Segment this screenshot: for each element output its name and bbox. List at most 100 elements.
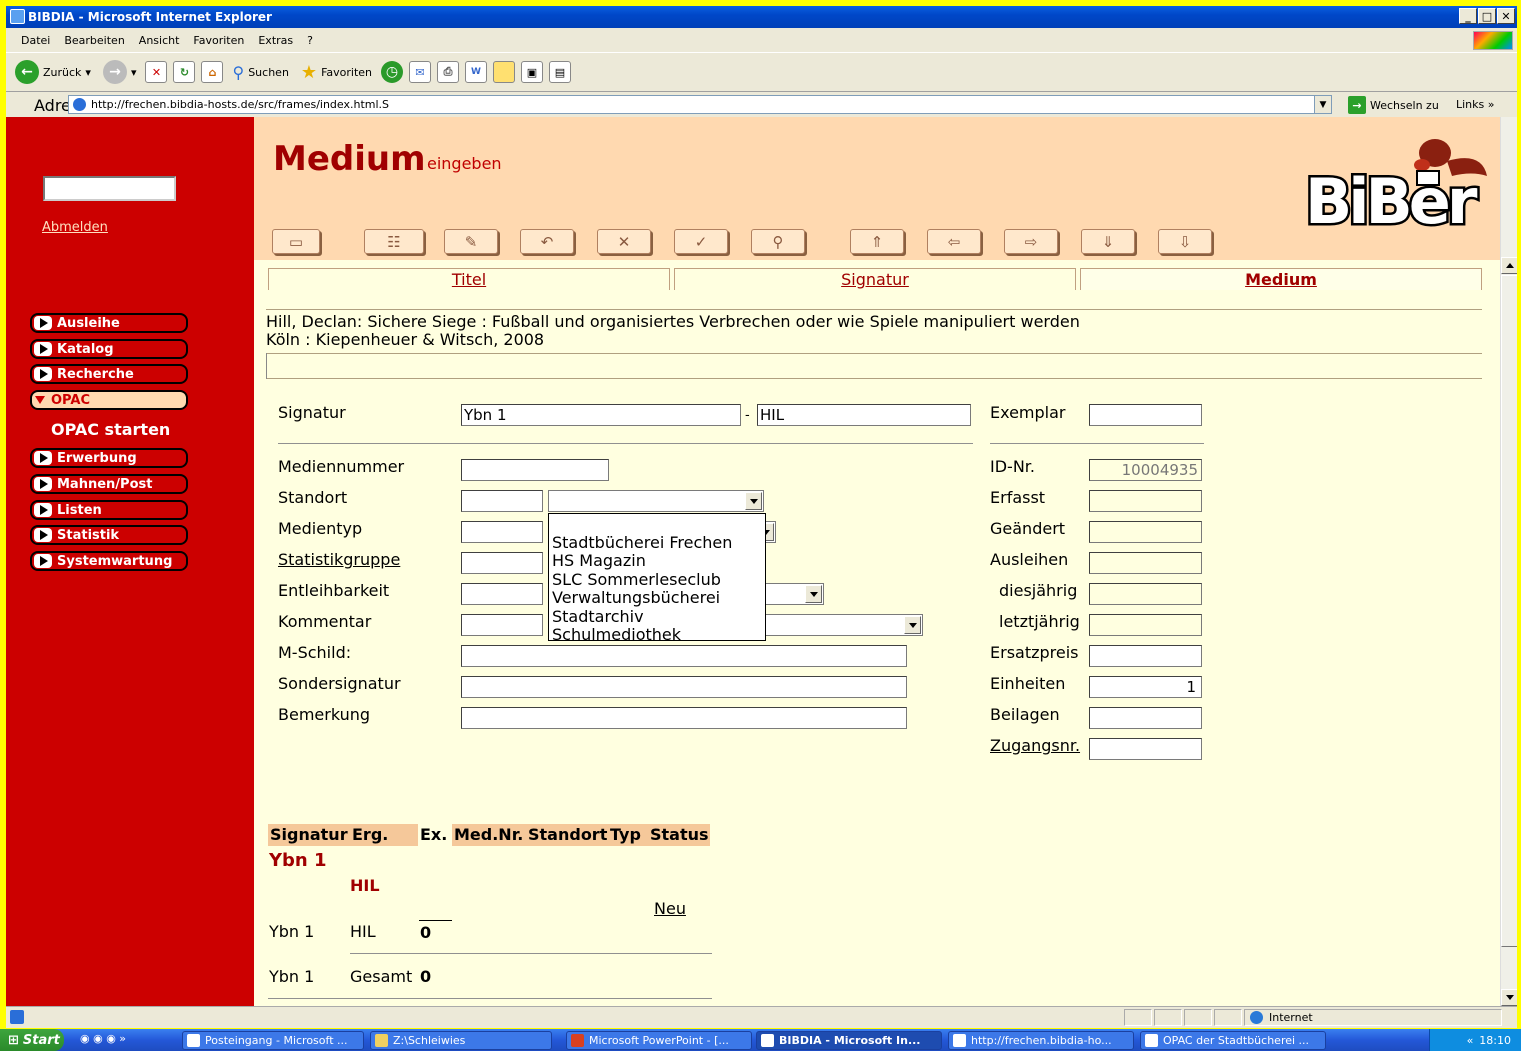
dropdown-option[interactable]: Stadtarchiv — [552, 607, 765, 626]
discuss-icon[interactable] — [493, 61, 515, 83]
exemplar-input[interactable] — [1089, 404, 1202, 426]
close-button[interactable]: ✕ — [1497, 8, 1515, 24]
stop-icon[interactable]: ✕ — [145, 61, 168, 83]
signatur1-input[interactable]: Ybn 1 — [461, 404, 741, 426]
menu-favoriten[interactable]: Favoriten — [186, 34, 251, 47]
tray-expand-icon[interactable]: « — [1467, 1034, 1474, 1047]
maximize-button[interactable]: □ — [1478, 8, 1496, 24]
task-explorer[interactable]: Z:\Schleiwies — [370, 1031, 552, 1050]
first-record-button[interactable]: ⇑ — [850, 229, 904, 254]
statistikgruppe-link[interactable]: Statistikgruppe — [278, 550, 400, 569]
ersatzpreis-input[interactable] — [1089, 645, 1202, 667]
nav-ausleihe[interactable]: Ausleihe — [30, 313, 188, 333]
opac-start-link[interactable]: OPAC starten — [51, 420, 170, 439]
nav-statistik[interactable]: Statistik — [30, 525, 188, 545]
print-icon[interactable]: ⎙ — [437, 61, 459, 83]
go-button[interactable]: → Wechseln zu — [1348, 96, 1439, 114]
kommentar-code-input[interactable] — [461, 614, 543, 636]
search-button[interactable]: ⚲ Suchen — [229, 57, 291, 87]
erfasst-label: Erfasst — [990, 488, 1046, 507]
einheiten-input[interactable]: 1 — [1089, 676, 1202, 698]
edit-button[interactable]: ✎ — [444, 229, 498, 254]
nav-recherche[interactable]: Recherche — [30, 364, 188, 384]
page-content: Abmelden Ausleihe Katalog Recherche OPAC… — [6, 117, 1517, 1006]
vertical-scrollbar[interactable] — [1500, 117, 1517, 1006]
tab-titel[interactable]: Titel — [268, 268, 670, 290]
nav-systemwartung[interactable]: Systemwartung — [30, 551, 188, 571]
nav-erwerbung[interactable]: Erwerbung — [30, 448, 188, 468]
home-icon[interactable]: ⌂ — [201, 61, 224, 83]
single-view-button[interactable]: ▭ — [272, 229, 320, 254]
menu-datei[interactable]: Datei — [14, 34, 57, 47]
task-outlook[interactable]: Posteingang - Microsoft ... — [182, 1031, 364, 1050]
back-button[interactable]: ← Zurück ▾ — [12, 57, 94, 87]
statistikgruppe-input[interactable] — [461, 552, 543, 574]
refresh-icon[interactable]: ↻ — [173, 61, 196, 83]
kommentar-select[interactable] — [754, 614, 923, 636]
menu-extras[interactable]: Extras — [251, 34, 300, 47]
quicklaunch-icons[interactable]: ◉ ◉ ◉ » — [80, 1032, 126, 1045]
mschild-input[interactable] — [461, 645, 907, 667]
history-icon[interactable]: ◷ — [381, 61, 403, 83]
undo-button[interactable]: ↶ — [520, 229, 574, 254]
scroll-thumb[interactable] — [1501, 275, 1517, 947]
messenger-icon[interactable]: ▣ — [521, 61, 543, 83]
start-button[interactable]: ⊞ Start — [0, 1029, 64, 1051]
menu-bearbeiten[interactable]: Bearbeiten — [57, 34, 131, 47]
task-powerpoint[interactable]: Microsoft PowerPoint - [... — [566, 1031, 752, 1050]
address-input[interactable]: http://frechen.bibdia-hosts.de/src/frame… — [68, 95, 1332, 114]
address-dropdown-icon[interactable]: ▼ — [1314, 96, 1331, 113]
save-button[interactable]: ✓ — [674, 229, 728, 254]
bemerkung-input[interactable] — [461, 707, 907, 729]
medientyp-code-input[interactable] — [461, 521, 543, 543]
scroll-up-icon[interactable] — [1501, 257, 1517, 274]
task-frechen[interactable]: http://frechen.bibdia-ho... — [948, 1031, 1134, 1050]
dropdown-option[interactable]: Verwaltungsbücherei — [552, 588, 765, 607]
task-bibdia[interactable]: BIBDIA - Microsoft In... — [756, 1031, 942, 1050]
new-exemplar-link[interactable]: Neu — [654, 899, 686, 918]
favorites-button[interactable]: ★ Favoriten — [298, 57, 375, 87]
minimize-button[interactable]: _ — [1459, 8, 1477, 24]
beilagen-input[interactable] — [1089, 707, 1202, 729]
next-record-button[interactable]: ⇨ — [1004, 229, 1058, 254]
scroll-down-icon[interactable] — [1501, 989, 1517, 1006]
mail-icon[interactable]: ✉ — [409, 61, 431, 83]
nav-opac[interactable]: OPAC — [30, 390, 188, 410]
last-record-button[interactable]: ⇩ — [1158, 229, 1212, 254]
menu-ansicht[interactable]: Ansicht — [132, 34, 187, 47]
zugangsnr-link[interactable]: Zugangsnr. — [990, 736, 1080, 755]
task-opac[interactable]: OPAC der Stadtbücherei ... — [1140, 1031, 1326, 1050]
nav-listen[interactable]: Listen — [30, 500, 188, 520]
delete-button[interactable]: ✕ — [597, 229, 651, 254]
download-button[interactable]: ⇓ — [1081, 229, 1135, 254]
standort-code-input[interactable] — [461, 490, 543, 512]
prev-record-button[interactable]: ⇦ — [927, 229, 981, 254]
nav-katalog[interactable]: Katalog — [30, 339, 188, 359]
dropdown-option[interactable]: SLC Sommerleseclub — [552, 570, 765, 589]
zugangsnr-input[interactable] — [1089, 738, 1202, 760]
entleihbarkeit-code-input[interactable] — [461, 583, 543, 605]
edit-word-icon[interactable]: W — [465, 61, 487, 83]
dropdown-option[interactable]: Schulmediothek — [552, 625, 765, 644]
mediennummer-input[interactable] — [461, 459, 609, 481]
logout-link[interactable]: Abmelden — [42, 220, 108, 235]
standort-dropdown-list[interactable]: Stadtbücherei Frechen HS Magazin SLC Som… — [548, 513, 766, 644]
links-button[interactable]: Links » — [1456, 98, 1495, 111]
bib-line-2: Köln : Kiepenheuer & Witsch, 2008 — [266, 330, 545, 349]
arrow-right-icon — [34, 528, 52, 542]
dropdown-option[interactable]: Stadtbücherei Frechen — [552, 533, 765, 552]
tab-medium[interactable]: Medium — [1080, 268, 1482, 290]
menu-help[interactable]: ? — [300, 34, 320, 47]
dropdown-option[interactable]: HS Magazin — [552, 551, 765, 570]
nav-mahnen-post[interactable]: Mahnen/Post — [30, 474, 188, 494]
research-icon[interactable]: ▤ — [549, 61, 571, 83]
ie-icon — [761, 1034, 774, 1047]
list-view-button[interactable]: ☷ — [364, 229, 424, 254]
user-input[interactable] — [43, 176, 176, 201]
signatur2-input[interactable]: HIL — [757, 404, 971, 426]
tab-signatur[interactable]: Signatur — [674, 268, 1076, 290]
standort-select[interactable] — [548, 490, 764, 512]
search-tool-button[interactable]: ⚲ — [751, 229, 805, 254]
forward-button[interactable]: → ▾ — [100, 57, 140, 87]
sondersignatur-input[interactable] — [461, 676, 907, 698]
